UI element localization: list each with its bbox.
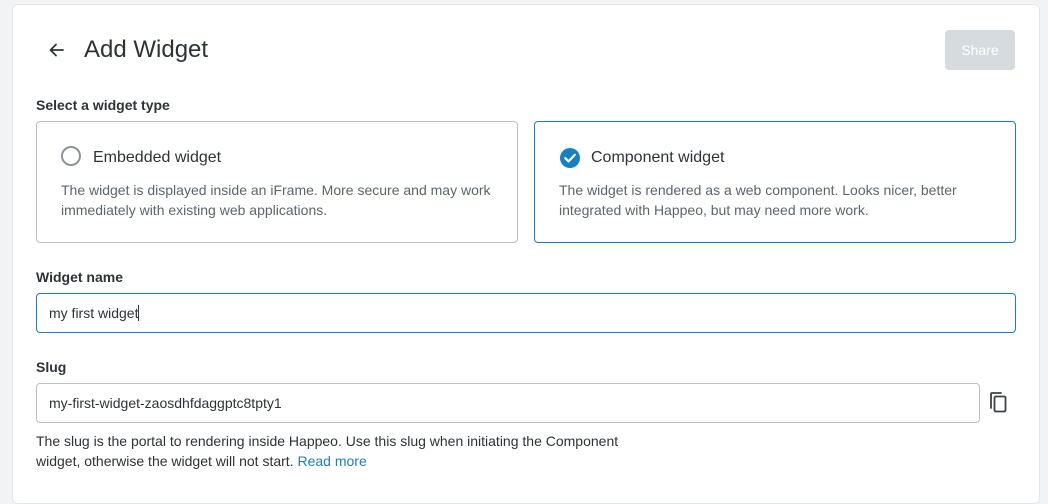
option-description: The widget is displayed inside an iFrame… (61, 182, 491, 218)
slug-value: my-first-widget-zaosdhfdaggptc8tpty1 (49, 395, 282, 411)
widget-name-value: my first widget (49, 305, 139, 321)
copy-icon[interactable] (987, 391, 1009, 415)
text-caret (138, 305, 140, 321)
read-more-link[interactable]: Read more (297, 453, 366, 469)
page-title: Add Widget (84, 36, 209, 63)
widget-name-input[interactable]: my first widget (36, 293, 1016, 333)
radio-empty-icon[interactable] (61, 146, 81, 166)
slug-label: Slug (36, 359, 67, 375)
slug-help-text: The slug is the portal to rendering insi… (36, 431, 656, 471)
slug-input[interactable]: my-first-widget-zaosdhfdaggptc8tpty1 (36, 383, 980, 423)
add-widget-card (12, 4, 1040, 504)
option-title: Embedded widget (93, 149, 222, 166)
widget-type-label: Select a widget type (36, 97, 170, 113)
share-button[interactable]: Share (945, 30, 1015, 70)
embedded-widget-option[interactable]: Embedded widget The widget is displayed … (36, 121, 518, 243)
back-arrow-icon[interactable] (46, 39, 68, 61)
option-description: The widget is rendered as a web componen… (559, 182, 957, 218)
widget-name-label: Widget name (36, 269, 123, 285)
check-circle-icon[interactable] (559, 147, 581, 169)
option-title: Component widget (591, 149, 725, 166)
component-widget-option[interactable]: Component widget The widget is rendered … (534, 121, 1016, 243)
